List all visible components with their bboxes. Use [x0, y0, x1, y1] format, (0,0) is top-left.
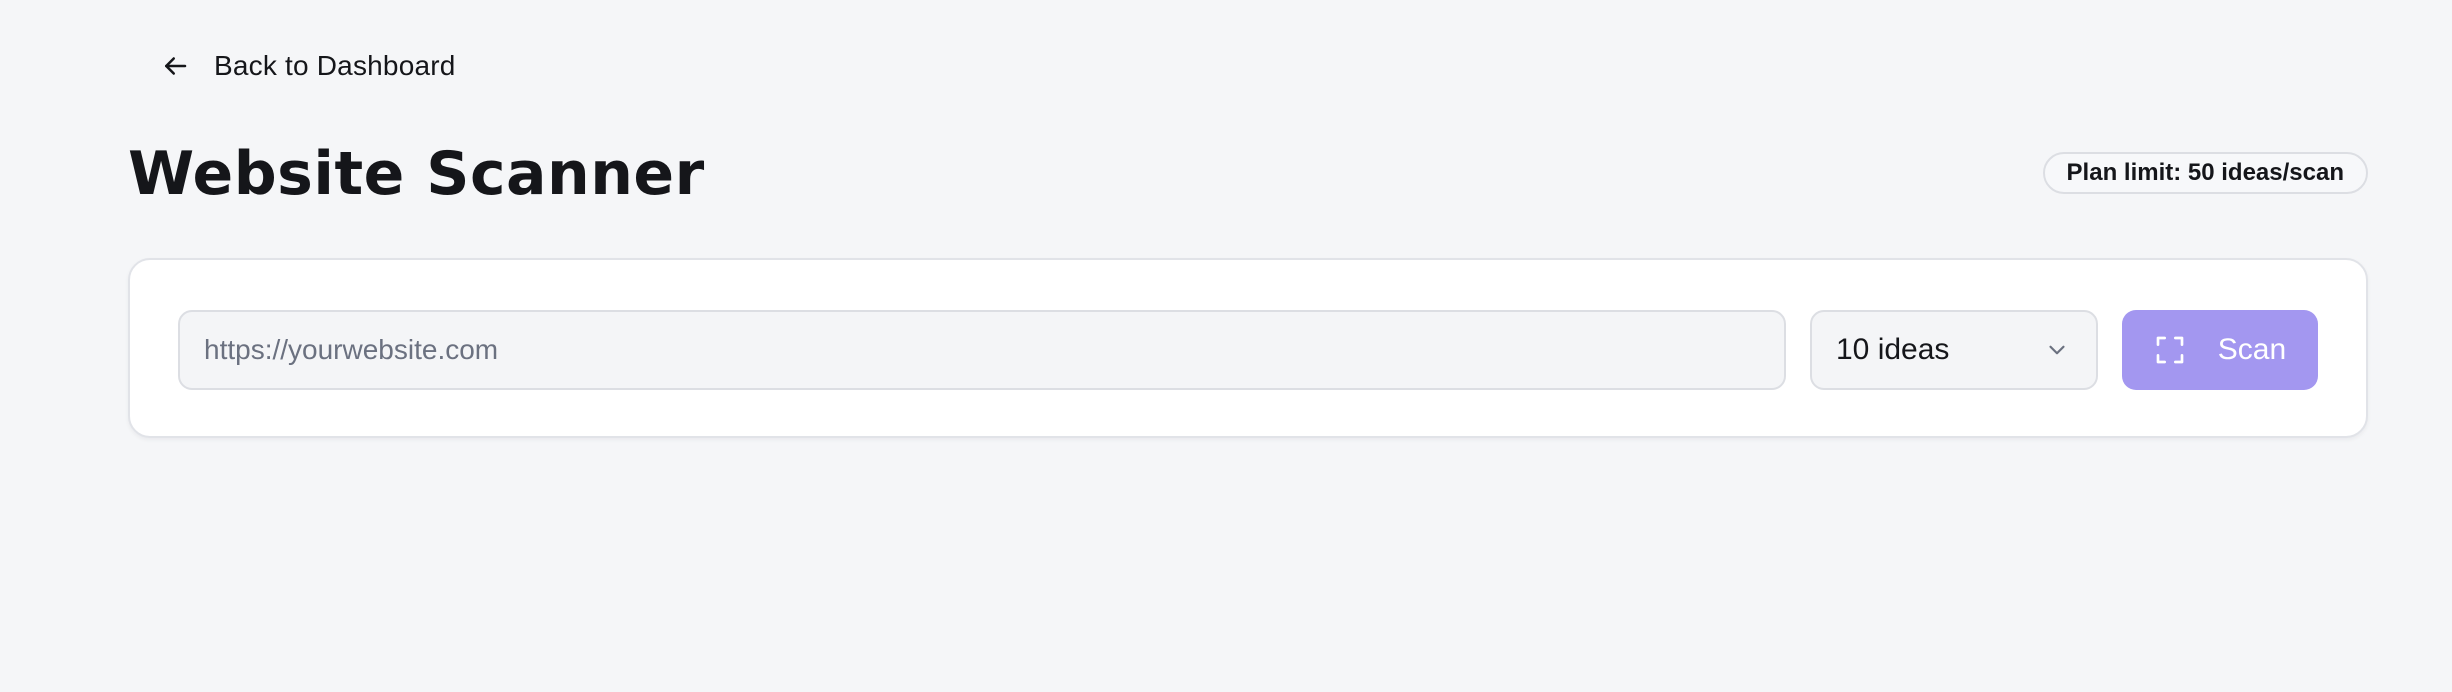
idea-count-value: 10 ideas — [1836, 333, 1950, 366]
plan-limit-badge: Plan limit: 50 ideas/scan — [2042, 152, 2368, 194]
chevron-down-icon — [2044, 337, 2070, 363]
scanner-card: 10 ideas Scan — [128, 258, 2368, 438]
page-title: Website Scanner — [128, 139, 705, 209]
back-link-label: Back to Dashboard — [214, 50, 456, 81]
back-to-dashboard-link[interactable]: Back to Dashboard — [148, 36, 468, 96]
scan-button-label: Scan — [2217, 333, 2287, 366]
arrow-left-icon — [160, 51, 190, 81]
website-url-input[interactable] — [178, 310, 1786, 390]
idea-count-select[interactable]: 10 ideas — [1810, 310, 2098, 390]
scan-frame-icon — [2154, 334, 2186, 366]
scan-button[interactable]: Scan — [2122, 310, 2318, 390]
